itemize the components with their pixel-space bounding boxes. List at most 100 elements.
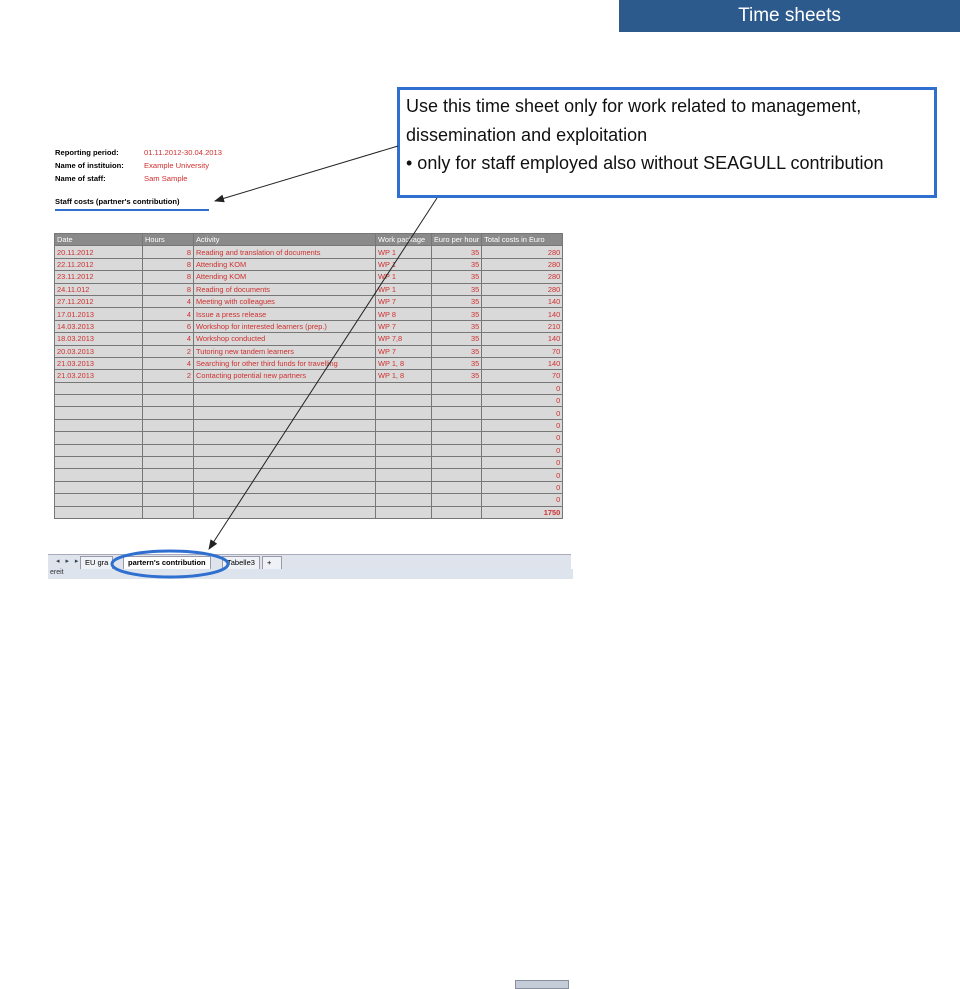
- table-cell[interactable]: 0: [481, 468, 564, 482]
- table-cell[interactable]: 27.11.2012: [54, 294, 143, 309]
- table-cell[interactable]: [430, 493, 483, 507]
- table-cell[interactable]: Reading of documents: [193, 282, 376, 296]
- table-cell[interactable]: [142, 456, 194, 470]
- table-cell[interactable]: 280: [481, 282, 564, 296]
- table-cell[interactable]: 0: [481, 381, 564, 396]
- table-cell[interactable]: 20.03.2013: [54, 344, 143, 358]
- table-cell[interactable]: [375, 493, 432, 507]
- table-cell[interactable]: 8: [142, 282, 194, 296]
- table-cell[interactable]: 35: [430, 332, 483, 346]
- table-cell[interactable]: [375, 456, 432, 470]
- table-cell[interactable]: [430, 381, 483, 396]
- table-cell[interactable]: [193, 480, 376, 495]
- table-cell[interactable]: 280: [481, 270, 564, 284]
- horizontal-scrollbar[interactable]: [515, 980, 569, 989]
- table-cell[interactable]: 0: [481, 431, 564, 445]
- table-cell[interactable]: [375, 431, 432, 445]
- table-cell[interactable]: 280: [481, 245, 564, 259]
- table-cell[interactable]: [430, 456, 483, 470]
- table-cell[interactable]: 8: [142, 270, 194, 284]
- table-cell[interactable]: 140: [481, 332, 564, 346]
- table-cell[interactable]: [375, 468, 432, 482]
- table-cell[interactable]: 35: [430, 319, 483, 334]
- table-cell[interactable]: 2: [142, 344, 194, 358]
- table-cell[interactable]: [142, 381, 194, 396]
- table-cell[interactable]: [193, 394, 376, 408]
- table-cell[interactable]: 14.03.2013: [54, 319, 143, 334]
- table-cell[interactable]: Workshop for interested learners (prep.): [193, 319, 376, 334]
- table-cell[interactable]: [193, 468, 376, 482]
- table-cell[interactable]: 0: [481, 456, 564, 470]
- table-cell[interactable]: [142, 480, 194, 495]
- table-cell[interactable]: [142, 505, 194, 520]
- table-cell[interactable]: [54, 505, 143, 520]
- table-cell[interactable]: 4: [142, 294, 194, 309]
- sheet-tab-eu-grant[interactable]: EU gra: [80, 556, 114, 570]
- sheet-tab-partners-contribution[interactable]: partern's contribution: [123, 556, 211, 570]
- table-cell[interactable]: 0: [481, 443, 564, 458]
- table-cell[interactable]: [193, 431, 376, 445]
- table-cell[interactable]: [54, 394, 143, 408]
- table-cell[interactable]: [430, 394, 483, 408]
- table-cell[interactable]: Attending KOM: [193, 257, 376, 272]
- column-header[interactable]: Total costs in Euro: [481, 232, 564, 247]
- table-cell[interactable]: 35: [430, 344, 483, 358]
- table-cell[interactable]: 35: [430, 270, 483, 284]
- table-cell[interactable]: [54, 480, 143, 495]
- table-cell[interactable]: 35: [430, 282, 483, 296]
- table-cell[interactable]: WP 1: [375, 257, 432, 272]
- table-cell[interactable]: 2: [142, 369, 194, 383]
- table-cell[interactable]: 4: [142, 307, 194, 321]
- table-cell[interactable]: [430, 418, 483, 433]
- table-cell[interactable]: WP 1, 8: [375, 356, 432, 371]
- table-cell[interactable]: [193, 443, 376, 458]
- table-cell[interactable]: [54, 431, 143, 445]
- table-cell[interactable]: [193, 381, 376, 396]
- table-cell[interactable]: 140: [481, 356, 564, 371]
- table-cell[interactable]: 8: [142, 245, 194, 259]
- table-cell[interactable]: [375, 418, 432, 433]
- table-cell[interactable]: 0: [481, 480, 564, 495]
- table-cell[interactable]: 35: [430, 307, 483, 321]
- table-cell[interactable]: [142, 418, 194, 433]
- table-cell[interactable]: 18.03.2013: [54, 332, 143, 346]
- table-cell[interactable]: [142, 468, 194, 482]
- table-cell[interactable]: [375, 480, 432, 495]
- table-cell[interactable]: [430, 406, 483, 420]
- table-cell[interactable]: Workshop conducted: [193, 332, 376, 346]
- table-cell[interactable]: [430, 468, 483, 482]
- table-cell[interactable]: 22.11.2012: [54, 257, 143, 272]
- table-cell[interactable]: [54, 443, 143, 458]
- table-cell[interactable]: [54, 468, 143, 482]
- table-cell[interactable]: Tutoring new tandem learners: [193, 344, 376, 358]
- table-cell[interactable]: 4: [142, 356, 194, 371]
- table-cell[interactable]: 280: [481, 257, 564, 272]
- table-cell[interactable]: [142, 431, 194, 445]
- table-cell[interactable]: 21.03.2013: [54, 369, 143, 383]
- table-cell[interactable]: 70: [481, 344, 564, 358]
- table-cell[interactable]: WP 1, 8: [375, 369, 432, 383]
- table-cell[interactable]: 0: [481, 406, 564, 420]
- table-cell[interactable]: Meeting with colleagues: [193, 294, 376, 309]
- table-cell[interactable]: [193, 493, 376, 507]
- table-cell[interactable]: WP 7,8: [375, 332, 432, 346]
- table-cell[interactable]: [142, 443, 194, 458]
- column-header[interactable]: Euro per hour: [430, 232, 483, 247]
- table-cell[interactable]: [375, 406, 432, 420]
- table-cell[interactable]: 210: [481, 319, 564, 334]
- table-cell[interactable]: [193, 505, 376, 520]
- table-cell[interactable]: Issue a press release: [193, 307, 376, 321]
- table-cell[interactable]: 17.01.2013: [54, 307, 143, 321]
- table-cell[interactable]: [54, 406, 143, 420]
- table-cell[interactable]: [375, 443, 432, 458]
- table-cell[interactable]: 35: [430, 356, 483, 371]
- table-cell[interactable]: Contacting potential new partners: [193, 369, 376, 383]
- column-header[interactable]: Activity: [193, 232, 376, 247]
- table-cell[interactable]: [54, 493, 143, 507]
- table-cell[interactable]: Reading and translation of documents: [193, 245, 376, 259]
- table-cell[interactable]: 0: [481, 394, 564, 408]
- table-cell[interactable]: [54, 381, 143, 396]
- table-cell[interactable]: [375, 505, 432, 520]
- table-cell[interactable]: Attending KOM: [193, 270, 376, 284]
- table-cell[interactable]: [430, 443, 483, 458]
